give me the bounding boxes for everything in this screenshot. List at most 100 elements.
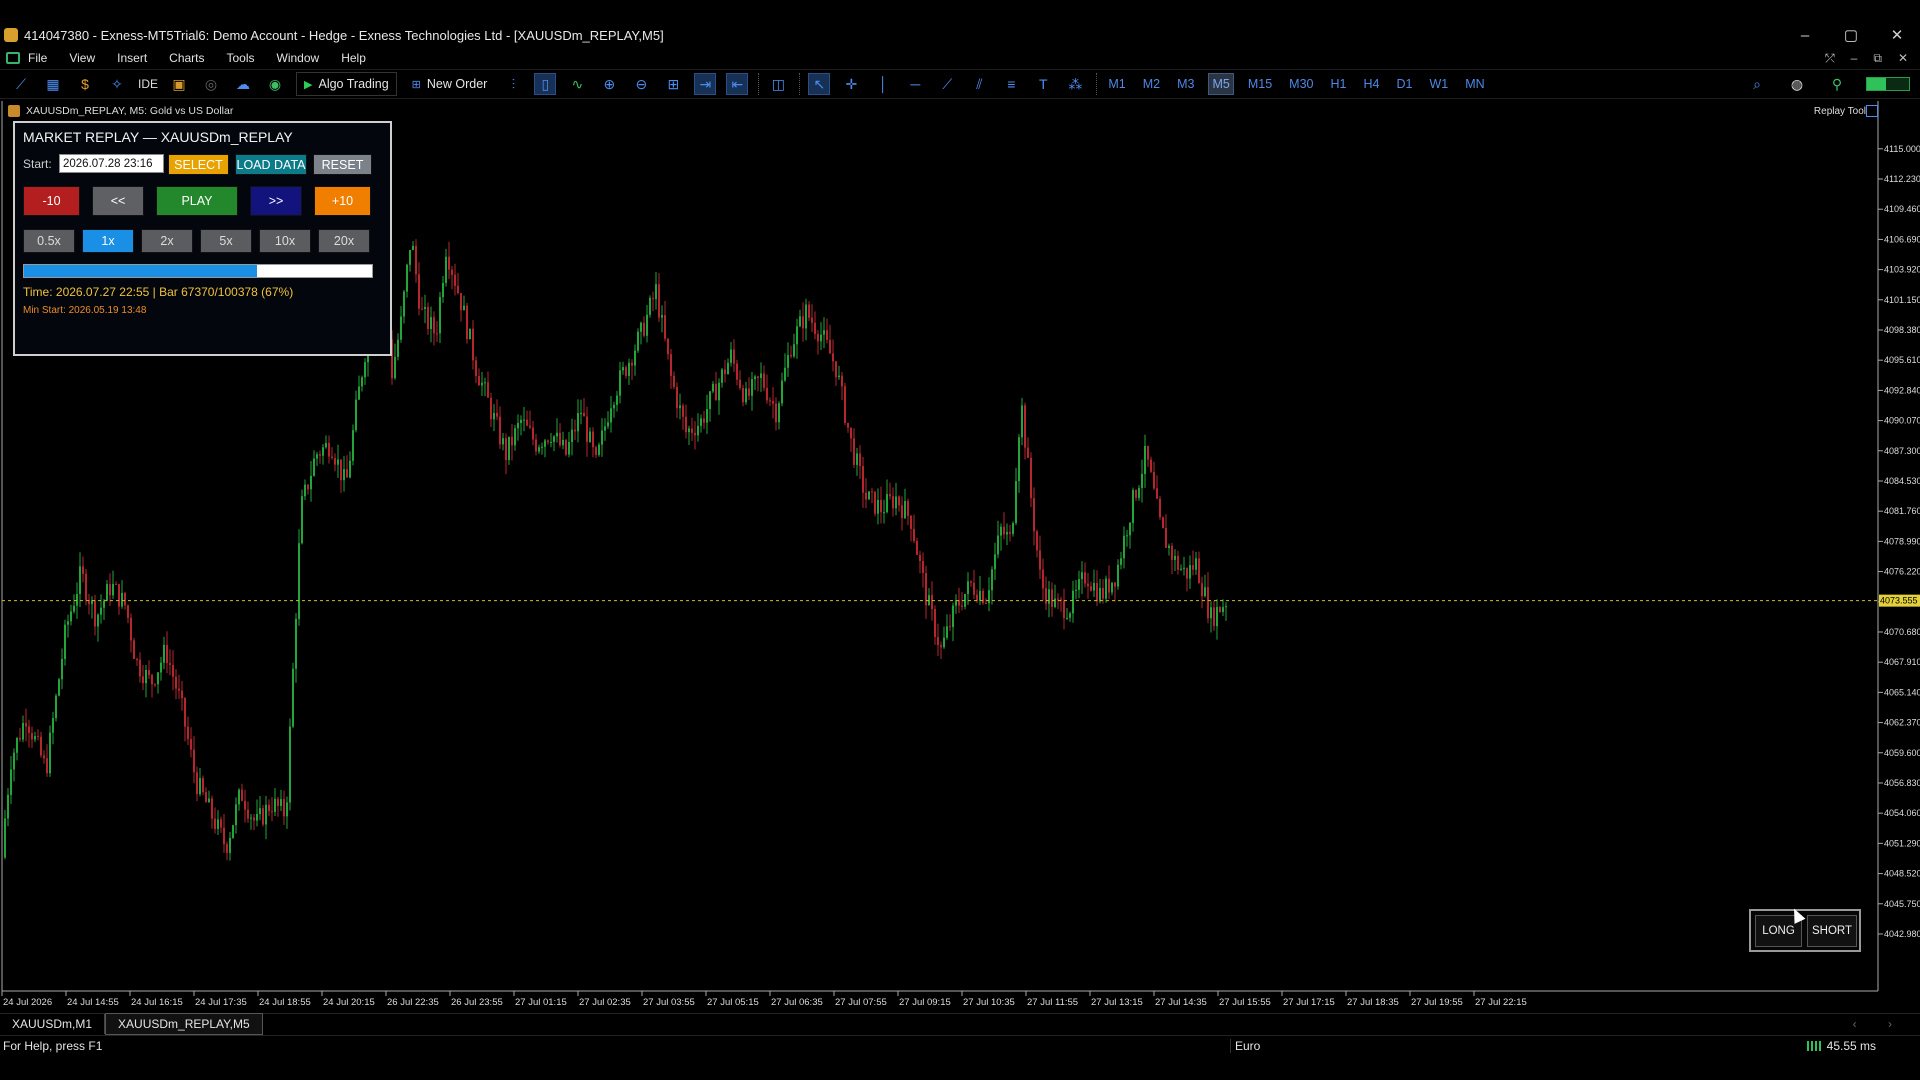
menu-tools[interactable]: Tools bbox=[227, 51, 255, 65]
child-restore-button[interactable]: ⧉ bbox=[1873, 51, 1882, 66]
connection-icon[interactable]: ⚲ bbox=[1826, 73, 1848, 95]
candle-body bbox=[820, 334, 822, 342]
candle-body bbox=[1054, 598, 1056, 607]
timeframe-m2[interactable]: M2 bbox=[1140, 74, 1163, 94]
zoom-out-icon[interactable]: ⊖ bbox=[630, 73, 652, 95]
menu-view[interactable]: View bbox=[69, 51, 95, 65]
minus-10-button[interactable]: -10 bbox=[23, 186, 80, 216]
algo-trading-button[interactable]: ▶ Algo Trading bbox=[296, 72, 397, 96]
new-order-button[interactable]: ⊞ New Order bbox=[405, 72, 495, 96]
speed-10x-button[interactable]: 10x bbox=[259, 229, 311, 253]
candle-body bbox=[523, 419, 525, 421]
replay-progress-bar[interactable] bbox=[23, 264, 373, 278]
replay-tool-icon[interactable] bbox=[1866, 105, 1878, 117]
minimize-button[interactable]: – bbox=[1796, 27, 1814, 44]
candle-body bbox=[1168, 545, 1170, 548]
short-button[interactable]: SHORT bbox=[1807, 915, 1857, 947]
screenshot-icon[interactable]: ◫ bbox=[767, 73, 789, 95]
horizontal-line-icon[interactable]: ─ bbox=[904, 73, 926, 95]
globe-icon[interactable]: ◉ bbox=[264, 73, 286, 95]
candle-body bbox=[541, 446, 543, 448]
candle-body bbox=[289, 726, 291, 803]
pin-icon[interactable]: ⤱ bbox=[1825, 51, 1835, 66]
menu-window[interactable]: Window bbox=[277, 51, 320, 65]
profiles-icon[interactable]: ▦ bbox=[42, 73, 64, 95]
vertical-line-icon[interactable]: │ bbox=[872, 73, 894, 95]
timeframe-m15[interactable]: M15 bbox=[1245, 74, 1275, 94]
grid-icon[interactable]: ⊞ bbox=[662, 73, 684, 95]
menu-charts[interactable]: Charts bbox=[169, 51, 204, 65]
timeframe-m1[interactable]: M1 bbox=[1105, 74, 1128, 94]
candle-body bbox=[814, 322, 816, 335]
select-button[interactable]: SELECT bbox=[168, 154, 229, 175]
bag-icon[interactable]: ▣ bbox=[168, 73, 190, 95]
autoscroll-icon[interactable]: ⇥ bbox=[694, 73, 717, 95]
strategy-tester-icon[interactable]: ✧ bbox=[106, 73, 128, 95]
trendline-icon[interactable]: ⟋ bbox=[936, 73, 958, 95]
ide-button[interactable]: IDE bbox=[138, 77, 158, 91]
candle-body bbox=[1198, 558, 1200, 584]
channel-icon[interactable]: ⫽ bbox=[968, 73, 990, 95]
timeframe-m30[interactable]: M30 bbox=[1286, 74, 1316, 94]
signals-icon[interactable]: ◎ bbox=[200, 73, 222, 95]
tab-scroll-arrows[interactable]: ‹ › bbox=[1853, 1017, 1906, 1031]
play-button[interactable]: PLAY bbox=[156, 186, 238, 216]
chart-shift-icon[interactable]: ⇤ bbox=[726, 73, 749, 95]
cursor-tool-icon[interactable]: ↖ bbox=[808, 73, 831, 95]
market-icon[interactable]: $ bbox=[74, 73, 96, 95]
speed-1x-button[interactable]: 1x bbox=[82, 229, 134, 253]
profile-name: Euro bbox=[1230, 1038, 1260, 1053]
reset-button[interactable]: RESET bbox=[313, 154, 372, 175]
speed-0-5x-button[interactable]: 0.5x bbox=[23, 229, 75, 253]
timeframe-m3[interactable]: M3 bbox=[1174, 74, 1197, 94]
tab-xauusdm-replay-m5[interactable]: XAUUSDm_REPLAY,M5 bbox=[105, 1012, 263, 1035]
crosshair-icon[interactable]: ✛ bbox=[840, 73, 862, 95]
timeframe-d1[interactable]: D1 bbox=[1393, 74, 1415, 94]
fibonacci-icon[interactable]: ≡ bbox=[1000, 73, 1022, 95]
speed-20x-button[interactable]: 20x bbox=[318, 229, 370, 253]
candle-body bbox=[520, 419, 522, 424]
maximize-button[interactable]: ▢ bbox=[1842, 26, 1860, 44]
candle-body bbox=[406, 264, 408, 292]
close-button[interactable]: ✕ bbox=[1888, 26, 1906, 44]
timeframe-h1[interactable]: H1 bbox=[1327, 74, 1349, 94]
bar-chart-icon[interactable]: ⫶ bbox=[502, 73, 524, 95]
speed-2x-button[interactable]: 2x bbox=[141, 229, 193, 253]
candles-icon[interactable]: ▯ bbox=[534, 73, 557, 95]
candle-body bbox=[961, 605, 963, 607]
line-chart-icon[interactable]: ∿ bbox=[566, 73, 588, 95]
candle-body bbox=[847, 422, 849, 428]
chart-type-icon[interactable]: ⟋ bbox=[10, 73, 32, 95]
menu-help[interactable]: Help bbox=[341, 51, 366, 65]
child-minimize-button[interactable]: – bbox=[1851, 51, 1858, 65]
candle-body bbox=[901, 505, 903, 519]
timeframe-h4[interactable]: H4 bbox=[1360, 74, 1382, 94]
timeframe-mn[interactable]: MN bbox=[1462, 74, 1487, 94]
candle-body bbox=[202, 778, 204, 793]
menu-file[interactable]: File bbox=[28, 51, 47, 65]
timeframe-w1[interactable]: W1 bbox=[1426, 74, 1451, 94]
candle-body bbox=[916, 540, 918, 555]
status-bar: For Help, press F1 Euro 45.55 ms bbox=[0, 1035, 1920, 1055]
candle-body bbox=[574, 429, 576, 432]
zoom-in-icon[interactable]: ⊕ bbox=[598, 73, 620, 95]
text-tool-icon[interactable]: T bbox=[1032, 73, 1054, 95]
candle-body bbox=[751, 379, 753, 396]
start-date-input[interactable] bbox=[59, 154, 164, 173]
tab-xauusdm-m1[interactable]: XAUUSDm,M1 bbox=[0, 1013, 106, 1034]
menu-insert[interactable]: Insert bbox=[117, 51, 147, 65]
speed-5x-button[interactable]: 5x bbox=[200, 229, 252, 253]
account-icon[interactable]: ◍ bbox=[1786, 73, 1808, 95]
child-close-button[interactable]: ✕ bbox=[1898, 51, 1908, 65]
timeframe-m5[interactable]: M5 bbox=[1208, 73, 1234, 95]
load-data-button[interactable]: LOAD DATA bbox=[235, 154, 307, 175]
vps-icon[interactable]: ☁ bbox=[232, 73, 254, 95]
toolbar-divider bbox=[758, 73, 760, 95]
shapes-icon[interactable]: ⁂ bbox=[1064, 73, 1086, 95]
search-icon[interactable]: ⌕ bbox=[1746, 73, 1768, 95]
candle-body bbox=[1057, 598, 1059, 600]
candle-body bbox=[640, 322, 642, 332]
step-back-button[interactable]: << bbox=[92, 186, 144, 216]
plus-10-button[interactable]: +10 bbox=[314, 186, 371, 216]
step-forward-button[interactable]: >> bbox=[250, 186, 302, 216]
